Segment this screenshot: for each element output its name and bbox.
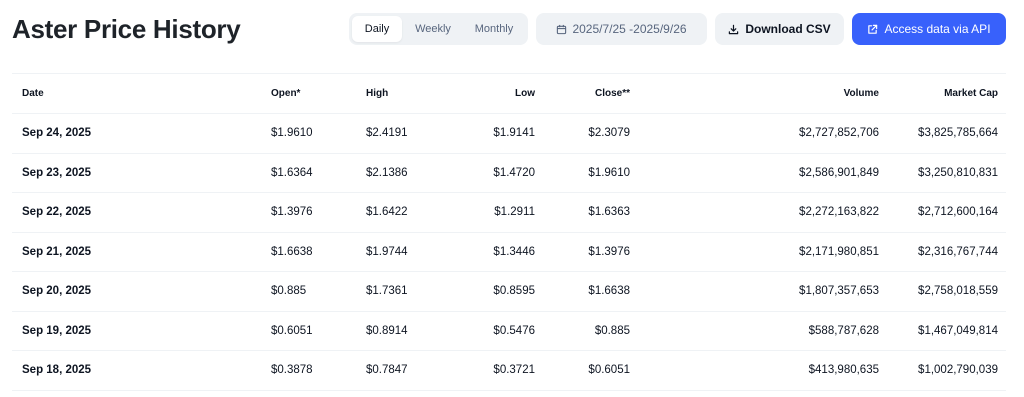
cell-close: $1.6363 <box>588 206 630 219</box>
cell-close: $1.6638 <box>588 285 630 298</box>
page-title: Aster Price History <box>12 14 241 44</box>
table-row: Sep 18, 2025 $0.3878 $0.7847 $0.3721 $0.… <box>12 351 1006 391</box>
table-row: Sep 23, 2025 $1.6364 $2.1386 $1.4720 $1.… <box>12 154 1006 193</box>
download-icon <box>728 24 739 35</box>
period-daily-button[interactable]: Daily <box>352 16 402 42</box>
cell-market-cap: $2,316,767,744 <box>918 245 998 258</box>
cell-high: $1.6422 <box>366 206 408 219</box>
cell-high: $1.9744 <box>366 245 408 258</box>
cell-volume: $2,171,980,851 <box>799 245 879 258</box>
cell-open: $0.885 <box>271 285 307 298</box>
table-row: Sep 19, 2025 $0.6051 $0.8914 $0.5476 $0.… <box>12 312 1006 351</box>
cell-volume: $2,272,163,822 <box>799 206 879 219</box>
header-low[interactable]: Low <box>450 88 535 99</box>
cell-volume: $1,807,357,653 <box>799 285 879 298</box>
period-monthly-button[interactable]: Monthly <box>464 16 524 42</box>
table-row: Sep 22, 2025 $1.3976 $1.6422 $1.2911 $1.… <box>12 193 1006 233</box>
cell-high: $2.1386 <box>366 166 408 179</box>
cell-market-cap: $3,825,785,664 <box>918 127 998 140</box>
cell-low: $0.5476 <box>493 324 535 337</box>
table-header-row: Date Open* High Low Close** Volume Marke… <box>12 74 1006 114</box>
cell-date: Sep 18, 2025 <box>22 364 92 377</box>
cell-low: $1.9141 <box>493 127 535 140</box>
table-row: Sep 24, 2025 $1.9610 $2.4191 $1.9141 $2.… <box>12 114 1006 154</box>
cell-close: $1.3976 <box>588 245 630 258</box>
cell-market-cap: $2,712,600,164 <box>918 206 998 219</box>
cell-date: Sep 19, 2025 <box>22 324 92 337</box>
cell-volume: $2,586,901,849 <box>799 166 879 179</box>
cell-low: $0.8595 <box>493 285 535 298</box>
cell-close: $0.885 <box>594 324 630 337</box>
cell-open: $0.6051 <box>271 324 313 337</box>
cell-market-cap: $2,758,018,559 <box>918 285 998 298</box>
cell-high: $2.4191 <box>366 127 408 140</box>
cell-close: $1.9610 <box>588 166 630 179</box>
price-history-table: Date Open* High Low Close** Volume Marke… <box>12 73 1006 391</box>
cell-low: $1.2911 <box>494 206 535 219</box>
table-row: Sep 20, 2025 $0.885 $1.7361 $0.8595 $1.6… <box>12 272 1006 312</box>
download-csv-label: Download CSV <box>745 22 831 36</box>
cell-open: $0.3878 <box>271 364 313 377</box>
cell-date: Sep 23, 2025 <box>22 166 92 179</box>
header-market-cap[interactable]: Market Cap <box>879 88 998 99</box>
cell-open: $1.3976 <box>271 206 313 219</box>
cell-volume: $2,727,852,706 <box>799 127 879 140</box>
period-toggle: Daily Weekly Monthly <box>349 13 528 45</box>
access-api-button[interactable]: Access data via API <box>852 13 1006 45</box>
cell-close: $2.3079 <box>588 127 630 140</box>
cell-open: $1.6638 <box>271 245 313 258</box>
cell-low: $1.4720 <box>493 166 535 179</box>
table-row: Sep 21, 2025 $1.6638 $1.9744 $1.3446 $1.… <box>12 233 1006 272</box>
header-close[interactable]: Close** <box>535 88 630 99</box>
cell-volume: $413,980,635 <box>808 364 879 377</box>
cell-open: $1.9610 <box>271 127 313 140</box>
cell-high: $0.8914 <box>366 324 408 337</box>
header-date[interactable]: Date <box>12 88 260 99</box>
cell-high: $0.7847 <box>366 364 408 377</box>
cell-close: $0.6051 <box>588 364 630 377</box>
cell-open: $1.6364 <box>271 166 313 179</box>
period-weekly-button[interactable]: Weekly <box>402 16 464 42</box>
date-range-label: 2025/7/25 -2025/9/26 <box>572 22 687 36</box>
cell-market-cap: $1,002,790,039 <box>918 364 998 377</box>
external-link-icon <box>867 24 878 35</box>
cell-volume: $588,787,628 <box>808 324 879 337</box>
cell-date: Sep 21, 2025 <box>22 245 92 258</box>
cell-market-cap: $3,250,810,831 <box>918 166 998 179</box>
cell-date: Sep 20, 2025 <box>22 285 92 298</box>
cell-low: $1.3446 <box>493 245 535 258</box>
header-open[interactable]: Open* <box>260 88 355 99</box>
download-csv-button[interactable]: Download CSV <box>715 13 844 45</box>
cell-date: Sep 22, 2025 <box>22 206 92 219</box>
header-volume[interactable]: Volume <box>630 88 879 99</box>
cell-date: Sep 24, 2025 <box>22 127 92 140</box>
date-range-button[interactable]: 2025/7/25 -2025/9/26 <box>536 13 707 45</box>
cell-high: $1.7361 <box>366 285 408 298</box>
cell-low: $0.3721 <box>493 364 535 377</box>
access-api-label: Access data via API <box>884 22 991 36</box>
calendar-icon <box>556 24 567 35</box>
cell-market-cap: $1,467,049,814 <box>918 324 998 337</box>
header-high[interactable]: High <box>355 88 450 99</box>
